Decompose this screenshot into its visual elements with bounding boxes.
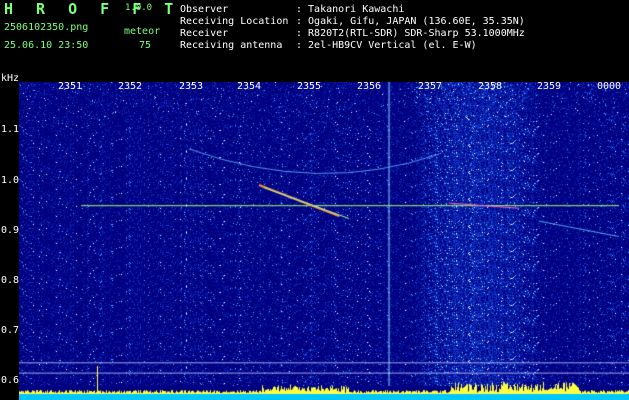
- info-label-location: Receiving Location: [180, 16, 289, 27]
- datetime-label: 25.06.10 23:50: [4, 40, 89, 51]
- x-tick-label: 2351: [58, 81, 83, 92]
- y-tick-label: 0.6: [1, 375, 20, 386]
- x-tick-label: 2355: [297, 81, 322, 92]
- info-label-observer: Observer: [180, 4, 229, 15]
- info-value-antenna: : 2el-HB9CV Vertical (el. E-W): [296, 40, 477, 51]
- filename-label: 2506102350.png: [4, 22, 89, 33]
- x-tick-label: 2356: [357, 81, 382, 92]
- app-title: H R O F F T: [4, 0, 181, 18]
- y-tick-label: 1.1: [1, 124, 20, 135]
- x-tick-label: 2354: [237, 81, 262, 92]
- x-tick-label: 0000: [597, 81, 622, 92]
- info-label-antenna: Receiving antenna: [180, 40, 283, 51]
- y-tick-label: 0.7: [1, 325, 20, 336]
- y-tick-label: 0.8: [1, 275, 20, 286]
- info-label-receiver: Receiver: [180, 28, 229, 39]
- x-tick-label: 2352: [118, 81, 143, 92]
- x-tick-label: 2358: [478, 81, 503, 92]
- meteor-count: 75: [139, 40, 152, 51]
- x-tick-label: 2359: [537, 81, 562, 92]
- info-value-location: : Ogaki, Gifu, JAPAN (136.60E, 35.35N): [296, 16, 525, 27]
- y-tick-label: 1.0: [1, 175, 20, 186]
- x-tick-label: 2357: [418, 81, 443, 92]
- spectrogram-canvas: [19, 82, 629, 400]
- y-axis-unit: kHz: [1, 73, 20, 84]
- info-value-observer: : Takanori Kawachi: [296, 4, 405, 15]
- hroft-window: H R O F F T 1.0.0 2506102350.png meteor …: [0, 0, 629, 400]
- mode-label: meteor: [124, 26, 161, 37]
- info-value-receiver: : R820T2(RTL-SDR) SDR-Sharp 53.1000MHz: [296, 28, 525, 39]
- x-tick-label: 2353: [179, 81, 204, 92]
- header-panel: H R O F F T 1.0.0 2506102350.png meteor …: [0, 0, 629, 75]
- app-version: 1.0.0: [125, 3, 153, 13]
- y-tick-label: 0.9: [1, 225, 20, 236]
